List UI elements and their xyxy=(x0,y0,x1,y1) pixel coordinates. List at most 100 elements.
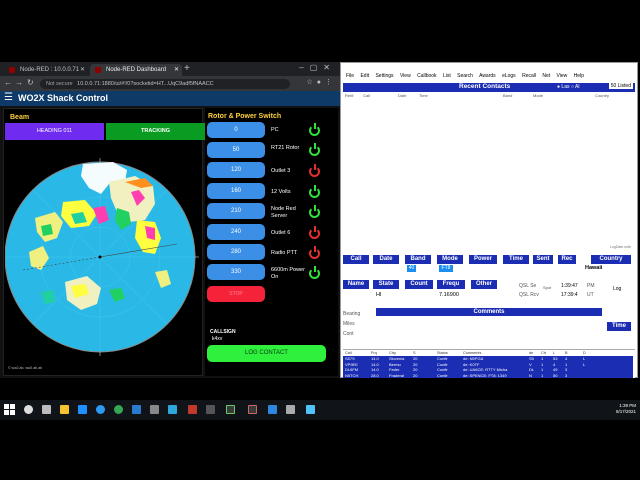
app-icon[interactable] xyxy=(306,405,315,414)
browser-toolbar-icons[interactable]: ☆●⋮ xyxy=(306,78,336,86)
close-tab-icon[interactable]: ✕ xyxy=(174,64,179,76)
col-country[interactable]: Country xyxy=(595,93,609,98)
power-toggle-icon[interactable] xyxy=(309,205,320,218)
tab-node-red-editor[interactable]: Node-RED : 10.0.0.71 ✕ xyxy=(4,64,88,76)
rotor-angle-button[interactable]: 210 xyxy=(207,203,265,219)
forward-icon[interactable]: → xyxy=(15,78,23,87)
menu-file[interactable]: File xyxy=(346,73,354,79)
menu-view2[interactable]: View xyxy=(557,73,568,79)
callsign-value: k4xv xyxy=(212,336,223,342)
rotor-angle-button[interactable]: 240 xyxy=(207,224,265,240)
power-toggle-icon[interactable] xyxy=(309,164,320,177)
url-input[interactable]: Not secure 10.0.0.71:1880/ui/#!/0?socket… xyxy=(40,79,290,89)
menu-elogs[interactable]: eLogs xyxy=(502,73,516,79)
recent-contacts-title: Recent Contacts xyxy=(459,83,511,90)
utc-label: UT xyxy=(587,292,594,298)
windows-start-icon[interactable] xyxy=(4,404,15,415)
log-label[interactable]: Log xyxy=(613,286,621,292)
comments-label: Comments xyxy=(376,308,602,316)
rotor-angle-button[interactable]: 280 xyxy=(207,244,265,260)
new-tab-button[interactable]: + xyxy=(184,63,190,74)
spot-col-frq[interactable]: Frq xyxy=(371,351,377,355)
spot-col-ctry[interactable]: Ctry xyxy=(389,351,396,355)
window-controls[interactable]: –▢✕ xyxy=(299,63,336,72)
col-date[interactable]: Date xyxy=(398,93,406,98)
menu-recall[interactable]: Recall xyxy=(522,73,536,79)
menu-awards[interactable]: Awards xyxy=(479,73,496,79)
app-icon[interactable] xyxy=(248,405,257,414)
power-toggle-icon[interactable] xyxy=(309,266,320,279)
spot-row[interactable]: N5TCH 28.0 Fraderal 20 Confir de: SPENCE: FT8… xyxy=(343,372,633,379)
col-mode[interactable]: Mode xyxy=(533,93,543,98)
spot-col-comments[interactable]: Comments xyxy=(463,351,481,355)
menu-search[interactable]: Search xyxy=(457,73,473,79)
menu-view[interactable]: View xyxy=(400,73,411,79)
col-time[interactable]: Time xyxy=(419,93,428,98)
power-toggle-icon[interactable] xyxy=(309,246,320,259)
menu-help[interactable]: Help xyxy=(574,73,584,79)
log-contact-button[interactable]: LOG CONTACT xyxy=(207,345,326,362)
dx-spot-grid[interactable]: Call Frq Ctry S Status Comments de Ctr L… xyxy=(343,349,635,379)
app-icon[interactable] xyxy=(206,405,215,414)
menu-settings[interactable]: Settings xyxy=(375,73,393,79)
tab-node-red-dashboard[interactable]: Node-RED Dashboard ✕ xyxy=(90,64,182,76)
spot-col-s[interactable]: S xyxy=(413,351,416,355)
app-icon[interactable] xyxy=(168,405,177,414)
band-input[interactable]: 40 xyxy=(407,265,416,272)
miles-label: Miles xyxy=(343,321,355,327)
rotor-angle-button[interactable]: 120 xyxy=(207,162,265,178)
app-icon[interactable] xyxy=(150,405,159,414)
time-button[interactable]: Time xyxy=(607,322,631,331)
menu-net[interactable]: Net xyxy=(542,73,550,79)
spot-col-ctr[interactable]: Ctr xyxy=(541,351,546,355)
spot-col-call[interactable]: Call xyxy=(345,351,352,355)
spot-col-status[interactable]: Status xyxy=(437,351,448,355)
back-icon[interactable]: ← xyxy=(4,78,12,87)
stop-button[interactable]: STOP xyxy=(207,286,265,302)
hamburger-menu-icon[interactable]: ☰ xyxy=(4,92,13,103)
recent-filter-radios[interactable]: ● Las ○ Al xyxy=(557,84,579,90)
system-clock[interactable]: 1:39 PM 8/17/2021 xyxy=(616,403,636,415)
map-credit: © ww2.ab. ww2.ab.ab xyxy=(8,366,43,370)
store-icon[interactable] xyxy=(78,405,87,414)
spot-col-l[interactable]: L xyxy=(553,351,555,355)
power-toggle-icon[interactable] xyxy=(309,123,320,136)
field-name-label: Name xyxy=(343,280,369,289)
file-explorer-icon[interactable] xyxy=(60,405,69,414)
rotor-angle-button[interactable]: 0 xyxy=(207,122,265,138)
qsl-sent-label: QSL Se xyxy=(519,283,537,289)
col-band[interactable]: Band xyxy=(503,93,512,98)
rotor-angle-button[interactable]: 330 xyxy=(207,264,265,280)
power-toggle-icon[interactable] xyxy=(309,185,320,198)
power-toggle-icon[interactable] xyxy=(309,143,320,156)
menu-list[interactable]: List xyxy=(443,73,451,79)
app-icon[interactable] xyxy=(132,405,141,414)
spot-cell: Fraderal xyxy=(389,372,404,378)
menu-callbook[interactable]: Callbook xyxy=(417,73,436,79)
power-toggle-icon[interactable] xyxy=(309,226,320,239)
spot-cell: 20 xyxy=(413,372,418,378)
recent-contacts-list[interactable] xyxy=(343,100,635,250)
edge-icon[interactable] xyxy=(96,405,105,414)
app-icon[interactable] xyxy=(226,405,235,414)
col-ref[interactable]: Ref# xyxy=(345,93,353,98)
close-tab-icon[interactable]: ✕ xyxy=(80,64,85,76)
menu-edit[interactable]: Edit xyxy=(360,73,369,79)
tracking-button[interactable]: TRACKING xyxy=(106,123,205,140)
outlet-label-3: Outlet 3 xyxy=(271,168,291,174)
chrome-icon[interactable] xyxy=(114,405,123,414)
task-view-icon[interactable] xyxy=(42,405,51,414)
app-icon[interactable] xyxy=(268,405,277,414)
spot-col-b[interactable]: B xyxy=(565,351,568,355)
spot-col-de[interactable]: de xyxy=(529,351,533,355)
rotor-angle-button[interactable]: 160 xyxy=(207,183,265,199)
reload-icon[interactable]: ↻ xyxy=(27,78,34,87)
spot-col-d[interactable]: D xyxy=(583,351,586,355)
col-call[interactable]: Call xyxy=(363,93,370,98)
heading-button[interactable]: HEADING 011 xyxy=(5,123,104,140)
app-icon[interactable] xyxy=(286,405,295,414)
search-icon[interactable] xyxy=(24,405,33,414)
app-icon[interactable] xyxy=(188,405,197,414)
rotor-angle-button[interactable]: 50 xyxy=(207,142,265,158)
mode-input[interactable]: FT8 xyxy=(439,265,453,272)
